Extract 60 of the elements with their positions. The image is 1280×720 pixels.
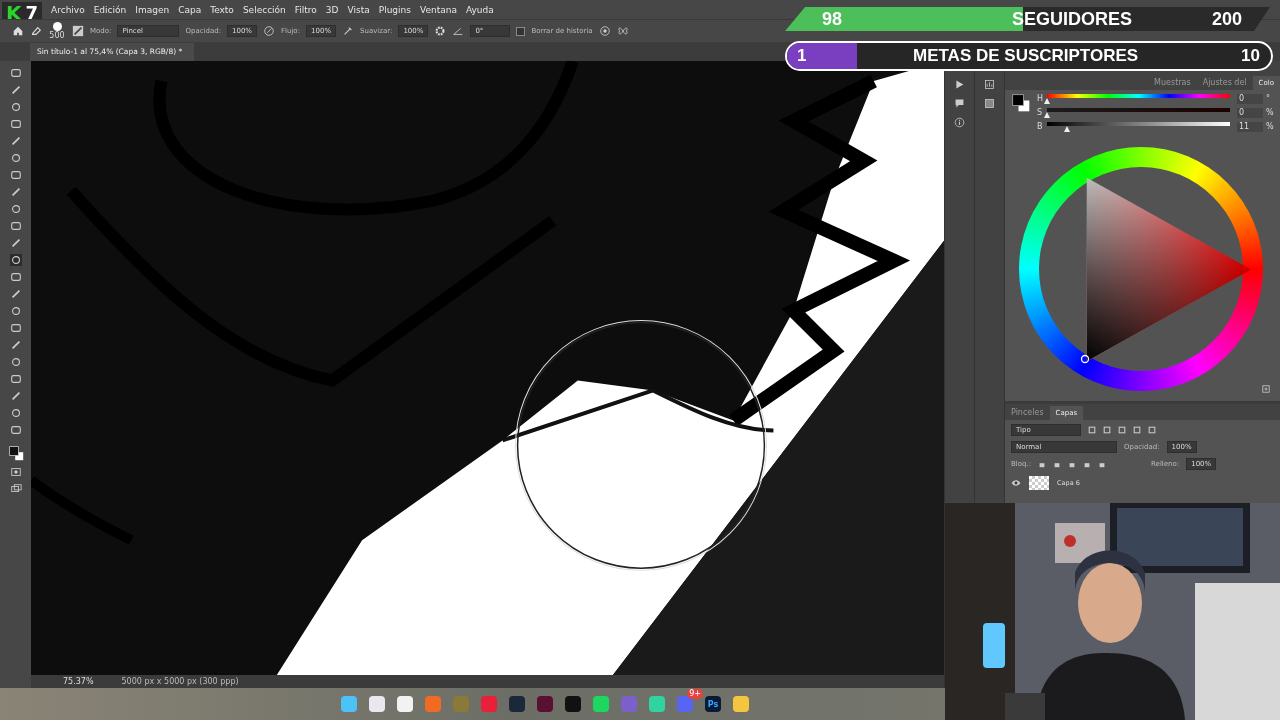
pressure-icon[interactable]	[263, 25, 275, 37]
info-icon[interactable]	[954, 117, 965, 128]
color-picker-marker[interactable]	[1080, 354, 1090, 364]
menu-item[interactable]: Selección	[242, 4, 286, 15]
foreground-background-icon[interactable]	[1011, 93, 1031, 113]
slider-unit: %	[1266, 108, 1274, 117]
visibility-eye-icon[interactable]	[1011, 479, 1021, 487]
pressure-icon[interactable]	[598, 25, 611, 37]
layer-thumbnail	[1029, 476, 1049, 490]
slider-value[interactable]: 11	[1237, 121, 1263, 132]
menu-item[interactable]: Vista	[347, 4, 370, 15]
menu-item[interactable]: Edición	[93, 4, 127, 15]
subscribers-count: 1	[797, 46, 808, 66]
slider-thumb[interactable]	[1064, 125, 1071, 132]
menu-item[interactable]: Capa	[178, 4, 202, 15]
screen-mode-icon[interactable]	[9, 483, 22, 495]
airbrush-icon[interactable]	[342, 25, 355, 37]
menu-item[interactable]: Texto	[210, 4, 234, 15]
slider-label: S	[1037, 108, 1044, 117]
brush-size: 500	[49, 31, 65, 40]
taskbar-app-icon[interactable]	[565, 696, 581, 712]
panel-tab[interactable]: Pinceles	[1005, 405, 1050, 420]
erase-history-checkbox[interactable]	[516, 26, 526, 36]
color-swatches-icon[interactable]	[7, 445, 24, 461]
menu-item[interactable]: Ventana	[419, 4, 457, 15]
slider-unit: °	[1266, 94, 1271, 103]
quick-mask-icon[interactable]	[9, 466, 22, 478]
menu-item[interactable]: Filtro	[294, 4, 317, 15]
document-size: 5000 px x 5000 px (300 ppp)	[121, 677, 239, 686]
followers-count: 98	[822, 8, 844, 30]
angle-icon	[452, 25, 465, 37]
menu-item[interactable]: Archivo	[51, 4, 85, 15]
slider-value[interactable]: 0	[1237, 107, 1263, 118]
home-icon[interactable]	[12, 25, 24, 37]
taskbar-app-icon[interactable]	[397, 696, 413, 712]
followers-goal: 200	[1212, 8, 1243, 30]
taskbar-app-icon[interactable]: Ps	[705, 696, 721, 712]
gear-icon[interactable]	[434, 25, 447, 37]
menu-item[interactable]: Imagen	[135, 4, 170, 15]
butterfly-icon[interactable]	[616, 25, 629, 37]
slider-label: B	[1037, 122, 1044, 131]
subscribers-goal: 10	[1241, 46, 1260, 66]
menu-item[interactable]: Ayuda	[465, 4, 494, 15]
play-icon[interactable]	[954, 79, 965, 90]
menu-item[interactable]: 3D	[325, 4, 339, 15]
histogram-icon[interactable]	[984, 79, 995, 90]
slider-value[interactable]: 0	[1237, 93, 1263, 104]
slider-label: H	[1037, 94, 1044, 103]
comment-icon[interactable]	[954, 98, 965, 109]
gradient-swatch-icon[interactable]	[984, 98, 995, 109]
brush-preview-icon[interactable]	[52, 22, 62, 31]
brush-panel-icon[interactable]	[72, 25, 84, 37]
menu-item[interactable]: Plugins	[378, 4, 411, 15]
panel-tab[interactable]: Muestras	[1148, 75, 1197, 90]
zoom-level[interactable]: 75.37%	[63, 677, 94, 686]
expand-icon[interactable]	[1262, 385, 1270, 393]
slider-unit: %	[1266, 122, 1274, 131]
subscribers-label: METAS DE SUSCRIPTORES	[913, 46, 1140, 66]
panel-tab[interactable]: Ajustes del	[1196, 75, 1253, 90]
notification-badge: 9+	[687, 689, 703, 699]
